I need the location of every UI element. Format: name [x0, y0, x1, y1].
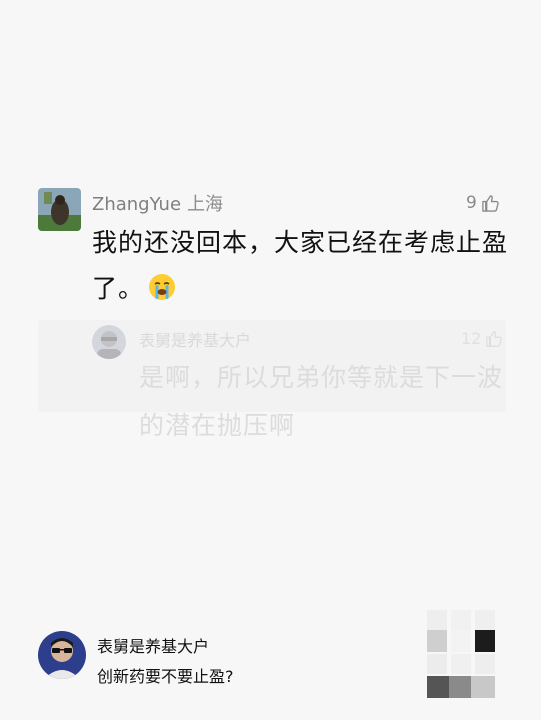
reply-like-button[interactable]: 12 — [461, 329, 503, 348]
reply-username[interactable]: 表舅是养基大户 — [139, 327, 251, 351]
user-avatar[interactable] — [38, 188, 81, 231]
comment-like-count: 9 — [466, 193, 477, 213]
author-avatar[interactable] — [38, 631, 86, 679]
thumbs-up-icon — [482, 194, 499, 212]
comment-screenshot: ZhangYue 上海 9 我的还没回本，大家已经在考虑止盈了。 表舅是养基大户 … — [0, 0, 541, 720]
reply-text: 是啊，所以兄弟你等就是下一波的潜在抛压啊 — [139, 363, 504, 440]
comment-body: 我的还没回本，大家已经在考虑止盈了。 — [92, 220, 512, 312]
post-title: 创新药要不要止盈? — [97, 667, 234, 686]
comment-like-button[interactable]: 9 — [466, 193, 500, 213]
crying-face-icon — [148, 270, 176, 300]
thumbs-up-icon — [486, 330, 503, 347]
comment-location: 上海 — [187, 194, 224, 215]
comment-username[interactable]: ZhangYue — [92, 194, 181, 215]
author-name: 表舅是养基大户 — [97, 637, 210, 656]
comment-header: ZhangYue 上海 — [92, 190, 223, 216]
qr-code-placeholder[interactable] — [427, 610, 495, 700]
reply-avatar[interactable] — [92, 325, 126, 359]
reply-like-count: 12 — [461, 329, 482, 348]
